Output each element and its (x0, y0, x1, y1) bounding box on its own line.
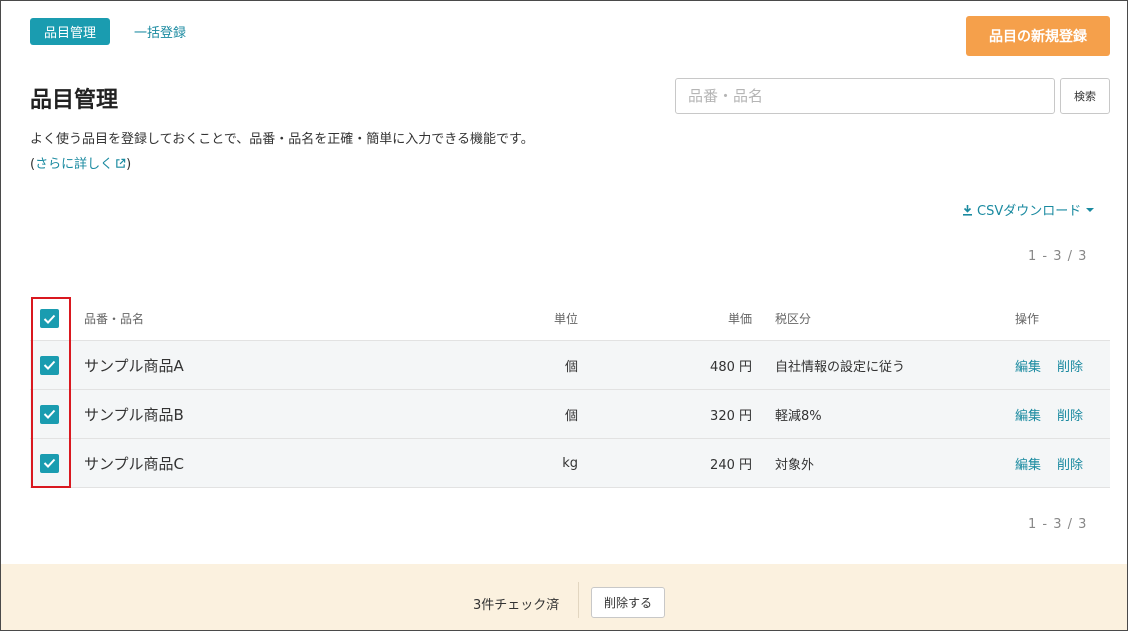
table-header-row: 品番・品名 単位 単価 税区分 操作 (30, 297, 1110, 341)
item-ops: 編集 削除 (1015, 439, 1083, 487)
new-item-button[interactable]: 品目の新規登録 (966, 16, 1110, 56)
delete-link[interactable]: 削除 (1057, 356, 1083, 375)
header-price: 単価 (727, 312, 752, 326)
table-row: サンプル商品A 個 480 円 自社情報の設定に従う 編集 削除 (30, 341, 1110, 390)
item-name: サンプル商品B (84, 405, 184, 424)
delete-link[interactable]: 削除 (1057, 405, 1083, 424)
items-table: 品番・品名 単位 単価 税区分 操作 サンプル商品A 個 480 円 自社情報の… (30, 297, 1110, 488)
download-icon (963, 204, 972, 216)
edit-link[interactable]: 編集 (1015, 356, 1041, 375)
search-input[interactable] (675, 78, 1055, 114)
paren-close: ) (126, 157, 132, 172)
header-name: 品番・品名 (84, 312, 145, 326)
item-tax: 自社情報の設定に従う (775, 359, 906, 375)
footer-divider (578, 582, 579, 618)
more-info: (さらに詳しく) (30, 153, 131, 172)
pagination-top: 1 - 3 / 3 (1028, 249, 1088, 264)
item-tax: 対象外 (775, 457, 815, 473)
item-ops: 編集 削除 (1015, 341, 1083, 389)
csv-download-dropdown[interactable]: CSVダウンロード (962, 200, 1095, 219)
edit-link[interactable]: 編集 (1015, 454, 1041, 473)
item-name: サンプル商品A (84, 356, 184, 375)
item-unit: 個 (564, 359, 578, 375)
header-tax: 税区分 (775, 312, 812, 326)
csv-download-label: CSVダウンロード (977, 204, 1082, 219)
checked-count: 3件チェック済 (473, 598, 560, 613)
pagination-bottom: 1 - 3 / 3 (1028, 517, 1088, 532)
item-ops: 編集 削除 (1015, 390, 1083, 438)
bulk-delete-button[interactable]: 削除する (591, 587, 665, 618)
header-ops: 操作 (1015, 312, 1040, 326)
external-link-icon (116, 158, 126, 168)
table-row: サンプル商品B 個 320 円 軽減8% 編集 削除 (30, 390, 1110, 439)
page-title: 品目管理 (30, 88, 119, 113)
delete-link[interactable]: 削除 (1057, 454, 1083, 473)
search-button[interactable]: 検索 (1060, 78, 1110, 114)
checkbox-highlight-box (31, 297, 71, 488)
item-tax: 軽減8% (775, 408, 822, 424)
caret-down-icon (1086, 207, 1095, 212)
bulk-action-bar (1, 564, 1127, 630)
table-row: サンプル商品C kg 240 円 対象外 編集 削除 (30, 439, 1110, 488)
header-unit: 単位 (553, 312, 578, 326)
more-info-link[interactable]: さらに詳しく (35, 157, 126, 172)
item-name: サンプル商品C (84, 454, 185, 473)
item-price: 320 円 (710, 408, 752, 424)
item-price: 240 円 (710, 457, 752, 473)
more-info-link-label: さらに詳しく (35, 157, 114, 172)
item-price: 480 円 (710, 359, 752, 375)
edit-link[interactable]: 編集 (1015, 405, 1041, 424)
feature-description: よく使う品目を登録しておくことで、品番・品名を正確・簡単に入力できる機能です。 (30, 132, 534, 147)
tab-item-management[interactable]: 品目管理 (30, 18, 110, 45)
item-unit: kg (562, 455, 578, 471)
item-unit: 個 (564, 408, 578, 424)
tab-bulk-register[interactable]: 一括登録 (134, 22, 186, 41)
